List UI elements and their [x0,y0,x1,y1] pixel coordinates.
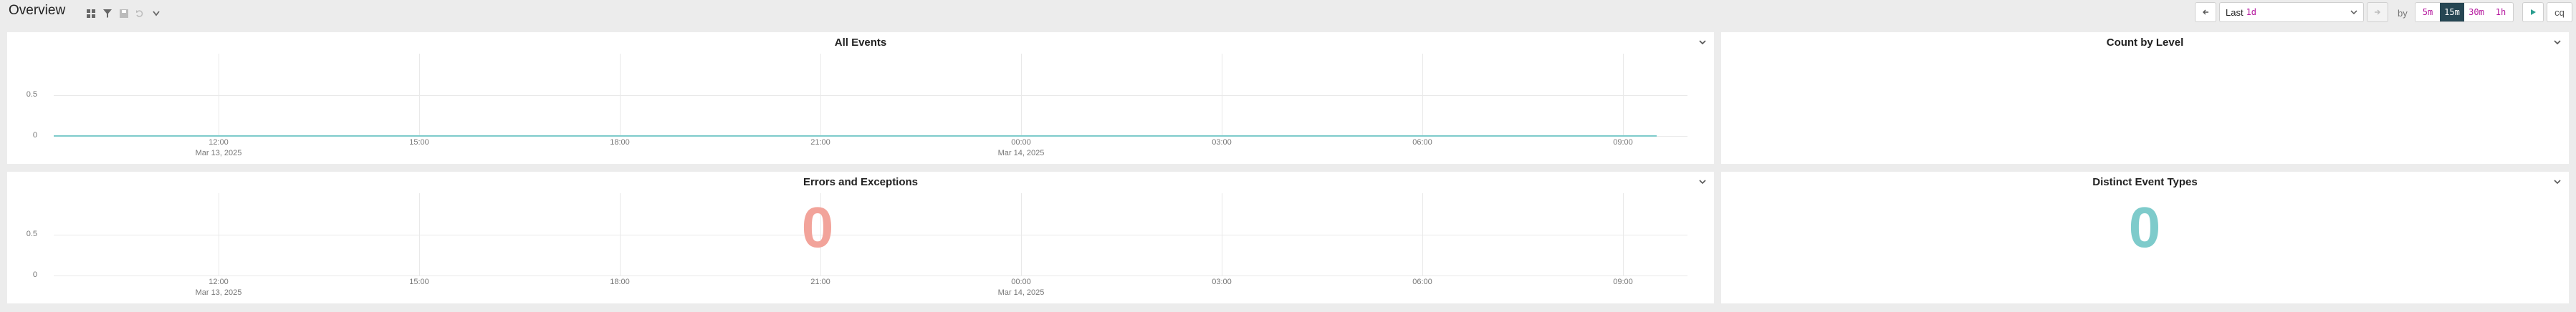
interval-30m[interactable]: 30m [2464,3,2489,21]
panel-distinct-event-types: Distinct Event Types 0 [1721,172,2569,303]
x-tick-label: 21:00 [792,277,849,288]
range-value: 1d [2246,7,2257,17]
top-bar: Overview Last 1d by 5m 15m 30m 1h cq [0,0,2576,29]
panel-menu-icon[interactable] [2553,38,2562,47]
x-tick-time: 09:00 [1613,278,1633,286]
arrow-right-icon [2375,9,2380,15]
x-tick-time: 15:00 [409,278,429,286]
play-icon [2531,9,2536,15]
x-tick-label: 09:00 [1594,277,1652,288]
errors-count: 0 [801,195,834,259]
chevron-down-icon [2350,10,2357,15]
run-button[interactable] [2522,2,2544,22]
x-tick-label: 00:00 Mar 14, 2025 [992,277,1050,298]
series-line [54,135,1657,137]
filter-icon[interactable] [102,9,112,19]
x-tick-time: 21:00 [810,278,830,286]
grid-line-vertical [620,193,621,276]
grid-line-vertical [1021,193,1022,276]
distinct-types-count: 0 [2128,195,2161,259]
grid-line-vertical [419,193,420,276]
query-button-label: cq [2555,6,2565,18]
x-tick-label: 15:00 [391,277,448,288]
save-icon[interactable] [119,9,129,19]
by-label: by [2398,8,2408,19]
interval-15m[interactable]: 15m [2440,3,2464,21]
interval-1h[interactable]: 1h [2489,3,2513,21]
interval-selector: 5m 15m 30m 1h [2415,2,2514,22]
back-button[interactable] [2195,2,2216,22]
panel-title: Errors and Exceptions [803,176,919,188]
page-title: Overview [9,3,66,18]
x-tick-label: 18:00 [591,277,648,288]
grid-line-vertical [1623,193,1624,276]
x-tick-label: 12:00 Mar 13, 2025 [190,277,247,298]
panel-menu-icon[interactable] [1698,177,1707,186]
time-range-select[interactable]: Last 1d [2219,2,2364,22]
chevron-down-icon[interactable] [151,9,161,19]
x-tick-time: 12:00 [209,278,229,286]
y-tick-label: 0 [32,270,37,279]
panel-errors-exceptions: Errors and Exceptions 0.5 0 12:00 Mar 13, 2… [7,172,1714,303]
x-tick-date: Mar 13, 2025 [195,288,242,297]
x-tick-label: 06:00 [1394,277,1451,288]
panel-all-events: All Events 0.5 0 12:00 Mar 13, 2025 15:00 18:… [7,32,1714,164]
panel-menu-icon[interactable] [2553,177,2562,186]
x-tick-time: 18:00 [610,278,630,286]
forward-button[interactable] [2367,2,2388,22]
panel-count-by-level: Count by Level [1721,32,2569,164]
x-tick-date: Mar 14, 2025 [997,288,1045,297]
x-tick-time: 06:00 [1412,278,1432,286]
grid-line-vertical [1422,193,1423,276]
x-tick-time: 03:00 [1212,278,1232,286]
y-tick-label: 0.5 [26,229,37,238]
x-tick-time: 00:00 [1011,278,1031,286]
grid-icon[interactable] [86,9,96,19]
range-prefix: Last [2226,6,2244,18]
panel-title: Distinct Event Types [2092,176,2198,188]
undo-icon[interactable] [135,9,145,19]
query-button[interactable]: cq [2547,2,2572,22]
panel-title: Count by Level [2106,36,2184,49]
interval-5m[interactable]: 5m [2415,3,2440,21]
x-tick-label: 03:00 [1193,277,1250,288]
arrow-left-icon [2203,9,2208,15]
